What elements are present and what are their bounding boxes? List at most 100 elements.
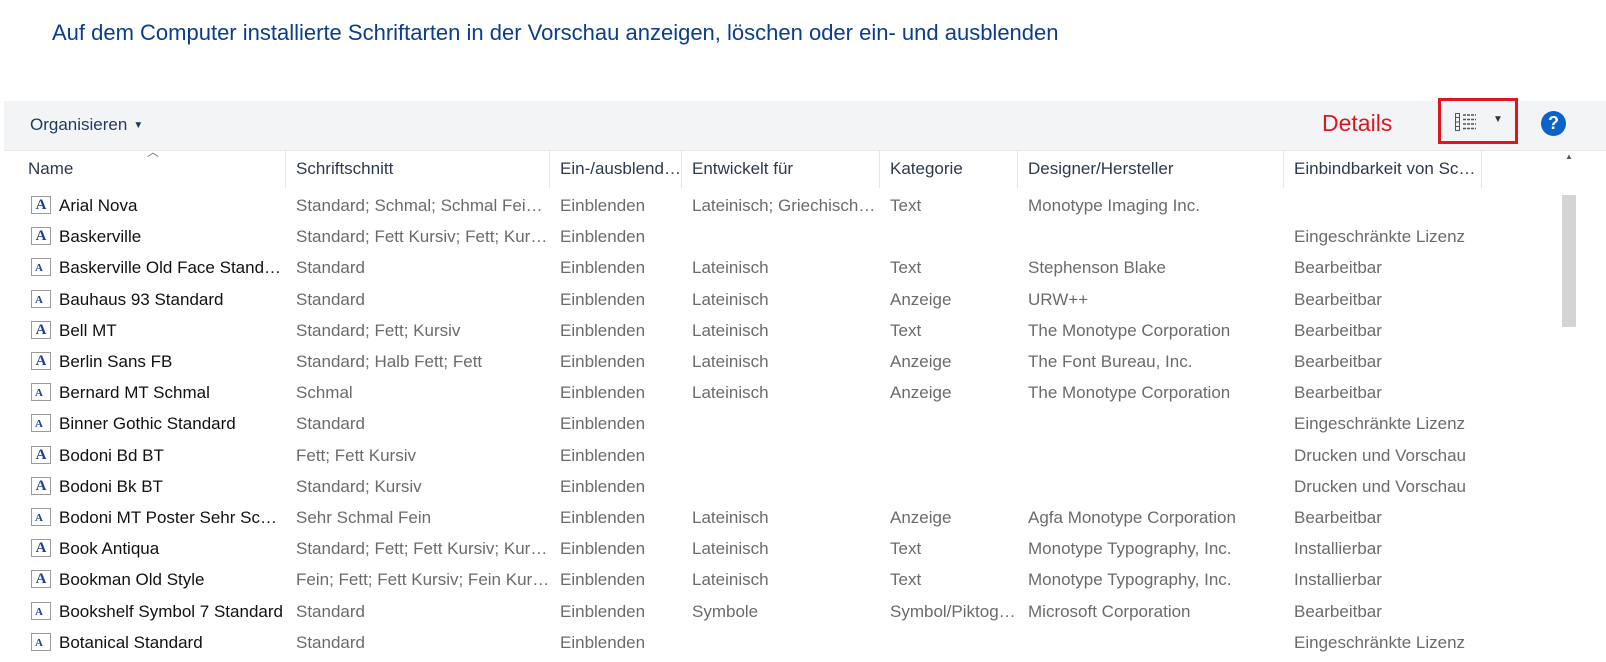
font-category: Anzeige xyxy=(890,289,952,309)
font-embeddability: Installierbar xyxy=(1294,539,1382,559)
table-row[interactable]: A Bodoni Bk BT Standard; Kursiv Einblenden D… xyxy=(4,471,1560,502)
organize-button[interactable]: Organisieren ▼ xyxy=(30,115,143,135)
font-designed-for xyxy=(682,440,880,471)
font-category: Text xyxy=(890,539,922,559)
font-visibility: Einblenden xyxy=(560,632,646,652)
font-designer: Monotype Typography, Inc. xyxy=(1028,539,1232,559)
font-embeddability: Drucken und Vorschau xyxy=(1294,476,1466,496)
page-title: Auf dem Computer installierte Schriftart… xyxy=(52,20,1059,45)
font-name: Bodoni Bd BT xyxy=(59,445,164,465)
table-row[interactable]: A Berlin Sans FB Standard; Halb Fett; Fett… xyxy=(4,346,1560,377)
table-row[interactable]: A Book Antiqua Standard; Fett; Fett Kursiv… xyxy=(4,533,1560,564)
font-designed-for: Lateinisch xyxy=(692,570,769,590)
table-row[interactable]: A Botanical Standard Standard Einblenden Ein… xyxy=(4,627,1560,658)
table-row[interactable]: A Arial Nova Standard; Schmal; Schmal Fein… xyxy=(4,190,1560,221)
font-visibility: Einblenden xyxy=(560,196,646,215)
font-embeddability: Eingeschränkte Lizenz xyxy=(1294,632,1466,652)
font-style: Standard xyxy=(296,258,365,278)
font-visibility: Einblenden xyxy=(560,227,646,247)
font-category: Text xyxy=(890,196,922,215)
font-category xyxy=(880,471,1018,502)
font-designer xyxy=(1018,627,1284,658)
table-row[interactable]: A Bookman Old Style Fein; Fett; Fett Kursi… xyxy=(4,564,1560,595)
font-category: Anzeige xyxy=(890,352,952,371)
font-style: Standard; Halb Fett; Fett xyxy=(296,352,483,371)
font-name: Bookman Old Style xyxy=(59,570,205,590)
font-name: Botanical Standard xyxy=(59,632,203,652)
font-visibility: Einblenden xyxy=(560,539,646,559)
font-designer: Microsoft Corporation xyxy=(1028,601,1191,621)
font-visibility: Einblenden xyxy=(560,289,646,309)
column-header-designed-for[interactable]: Entwickelt für xyxy=(682,150,880,188)
font-designer xyxy=(1018,440,1284,471)
help-icon[interactable]: ? xyxy=(1541,111,1566,136)
font-category: Anzeige xyxy=(890,508,952,527)
font-designed-for: Symbole xyxy=(692,601,759,621)
font-style: Standard xyxy=(296,414,365,434)
font-designer: Monotype Imaging Inc. xyxy=(1028,196,1200,215)
font-style: Fett; Fett Kursiv xyxy=(296,445,416,465)
font-embeddability: Bearbeitbar xyxy=(1294,258,1382,278)
font-style: Standard; Schmal; Schmal Fein; Fett xyxy=(296,196,550,215)
font-designed-for: Lateinisch xyxy=(692,289,769,309)
font-designed-for: Lateinisch xyxy=(692,258,769,278)
font-name: Bauhaus 93 Standard xyxy=(59,289,224,309)
table-row[interactable]: A Bodoni Bd BT Fett; Fett Kursiv Einblenden… xyxy=(4,440,1560,471)
font-visibility: Einblenden xyxy=(560,508,646,527)
font-style: Standard; Fett; Fett Kursiv; Kursiv xyxy=(296,539,550,559)
font-designer: The Monotype Corporation xyxy=(1028,320,1231,340)
column-header-designer[interactable]: Designer/Hersteller xyxy=(1018,150,1284,188)
font-name: Book Antiqua xyxy=(59,539,160,559)
font-name: Baskerville xyxy=(59,227,142,247)
table-row[interactable]: A Bernard MT Schmal Schmal Einblenden Latein… xyxy=(4,377,1560,408)
font-visibility: Einblenden xyxy=(560,352,646,371)
change-view-button[interactable]: ▼ xyxy=(1438,98,1518,144)
font-category xyxy=(880,408,1018,439)
vertical-scrollbar[interactable]: ▲ xyxy=(1562,150,1576,662)
font-style: Standard xyxy=(296,601,365,621)
font-designer xyxy=(1018,408,1284,439)
font-designed-for: Lateinisch xyxy=(692,352,769,371)
font-name: Bookshelf Symbol 7 Standard xyxy=(59,601,283,621)
font-category: Text xyxy=(890,570,922,590)
column-header-embeddability[interactable]: Einbindbarkeit von Schriftarten xyxy=(1284,150,1482,188)
font-designed-for xyxy=(682,471,880,502)
table-row[interactable]: A Bell MT Standard; Fett; Kursiv Einblenden… xyxy=(4,315,1560,346)
font-style: Schmal xyxy=(296,383,353,403)
font-designer: Agfa Monotype Corporation xyxy=(1028,508,1236,527)
font-style: Standard; Fett; Kursiv xyxy=(296,320,461,340)
font-embeddability: Installierbar xyxy=(1294,570,1382,590)
font-embeddability: Bearbeitbar xyxy=(1294,601,1382,621)
table-row[interactable]: A Baskerville Old Face Standard Standard Ei… xyxy=(4,252,1560,283)
font-visibility: Einblenden xyxy=(560,383,646,403)
scroll-up-icon[interactable]: ▲ xyxy=(1565,152,1573,161)
table-row[interactable]: ABodoni MT Poster Sehr Schmal FeinSehr S… xyxy=(4,502,1560,533)
font-style: Fein; Fett; Fett Kursiv; Fein Kursiv xyxy=(296,570,550,590)
font-name: Bodoni MT Poster Sehr Schmal Fein xyxy=(59,508,286,527)
scrollbar-thumb[interactable] xyxy=(1562,195,1576,327)
font-visibility: Einblenden xyxy=(560,258,646,278)
font-designer xyxy=(1018,471,1284,502)
organize-label: Organisieren xyxy=(30,115,128,134)
chevron-down-icon: ▼ xyxy=(1493,114,1503,125)
font-visibility: Einblenden xyxy=(560,601,646,621)
command-bar: Organisieren ▼ Details ▼ ? xyxy=(4,98,1606,151)
font-designed-for: Lateinisch xyxy=(692,383,769,403)
font-designed-for xyxy=(682,627,880,658)
table-row[interactable]: A Bookshelf Symbol 7 Standard Standard Einb… xyxy=(4,596,1560,627)
column-header-category[interactable]: Kategorie xyxy=(880,150,1018,188)
font-name: Baskerville Old Face Standard xyxy=(59,258,286,278)
font-designer: The Font Bureau, Inc. xyxy=(1028,352,1193,371)
font-style: Standard; Kursiv xyxy=(296,476,422,496)
font-visibility: Einblenden xyxy=(560,570,646,590)
font-designed-for xyxy=(682,408,880,439)
font-style: Sehr Schmal Fein xyxy=(296,508,432,527)
font-designer: URW++ xyxy=(1028,289,1089,309)
table-row[interactable]: A Baskerville Standard; Fett Kursiv; Fett;… xyxy=(4,221,1560,252)
column-header-style[interactable]: Schriftschnitt xyxy=(286,150,550,188)
font-category xyxy=(880,627,1018,658)
font-style: Standard xyxy=(296,632,365,652)
table-row[interactable]: A Bauhaus 93 Standard Standard Einblenden La… xyxy=(4,284,1560,315)
column-header-visibility[interactable]: Ein-/ausblenden xyxy=(550,150,682,188)
table-row[interactable]: A Binner Gothic Standard Standard Einblende… xyxy=(4,408,1560,439)
